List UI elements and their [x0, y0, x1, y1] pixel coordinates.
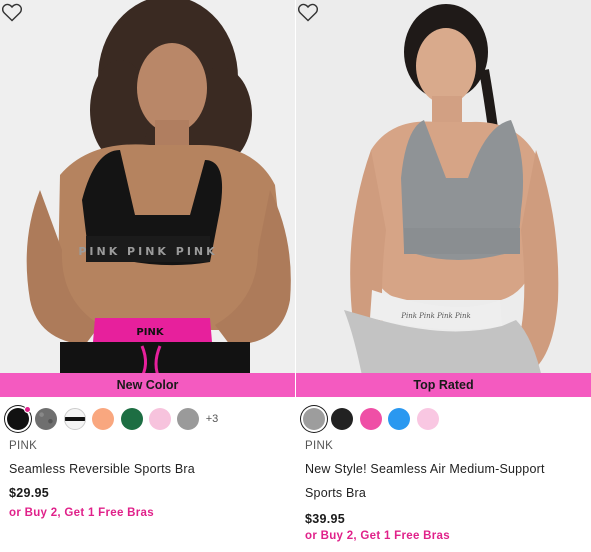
promo-link[interactable]: or Buy 2, Get 1 Free Bras [9, 507, 154, 519]
color-swatch[interactable] [331, 408, 354, 430]
color-swatch[interactable] [177, 408, 200, 430]
product-price: $29.95 [9, 486, 50, 500]
product-card[interactable]: Pink Pink Pink Pink Top Rated PINK New S… [296, 0, 591, 552]
color-swatches: +3 [7, 406, 219, 431]
product-brand: PINK [305, 440, 334, 452]
heart-outline-icon[interactable] [0, 0, 24, 24]
color-swatch[interactable] [120, 408, 143, 430]
model-photo-illustration: Pink Pink Pink Pink [296, 0, 591, 397]
model-photo-illustration: PINK PINK PINK PINK [0, 0, 295, 397]
product-card[interactable]: PINK PINK PINK PINK New Color +3 PINK Se… [0, 0, 295, 552]
product-name[interactable]: New Style! Seamless Air Medium-Support S… [305, 458, 575, 505]
more-colors-link[interactable]: +3 [206, 413, 219, 425]
color-swatch[interactable] [359, 408, 382, 430]
color-swatches [303, 407, 445, 431]
selected-dot-icon [24, 406, 31, 413]
color-swatch[interactable] [92, 408, 115, 430]
color-swatch[interactable] [63, 408, 86, 430]
product-badge: New Color [0, 373, 295, 397]
product-brand: PINK [9, 440, 38, 452]
product-image[interactable]: Pink Pink Pink Pink [296, 0, 591, 397]
product-name[interactable]: Seamless Reversible Sports Bra [9, 458, 279, 482]
svg-text:Pink Pink Pink Pink: Pink Pink Pink Pink [400, 312, 470, 320]
promo-link[interactable]: or Buy 2, Get 1 Free Bras [305, 530, 450, 542]
color-swatch[interactable] [303, 408, 325, 430]
product-image[interactable]: PINK PINK PINK PINK [0, 0, 295, 397]
svg-text:PINK: PINK [136, 327, 164, 338]
product-price: $39.95 [305, 512, 346, 526]
svg-text:PINK PINK PINK: PINK PINK PINK [78, 245, 217, 258]
heart-outline-icon[interactable] [296, 0, 320, 24]
product-badge: Top Rated [296, 373, 591, 397]
color-swatch[interactable] [388, 408, 411, 430]
color-swatch[interactable] [7, 406, 31, 430]
color-swatch[interactable] [148, 408, 171, 430]
color-swatch[interactable] [416, 408, 439, 430]
color-swatch[interactable] [35, 408, 58, 430]
